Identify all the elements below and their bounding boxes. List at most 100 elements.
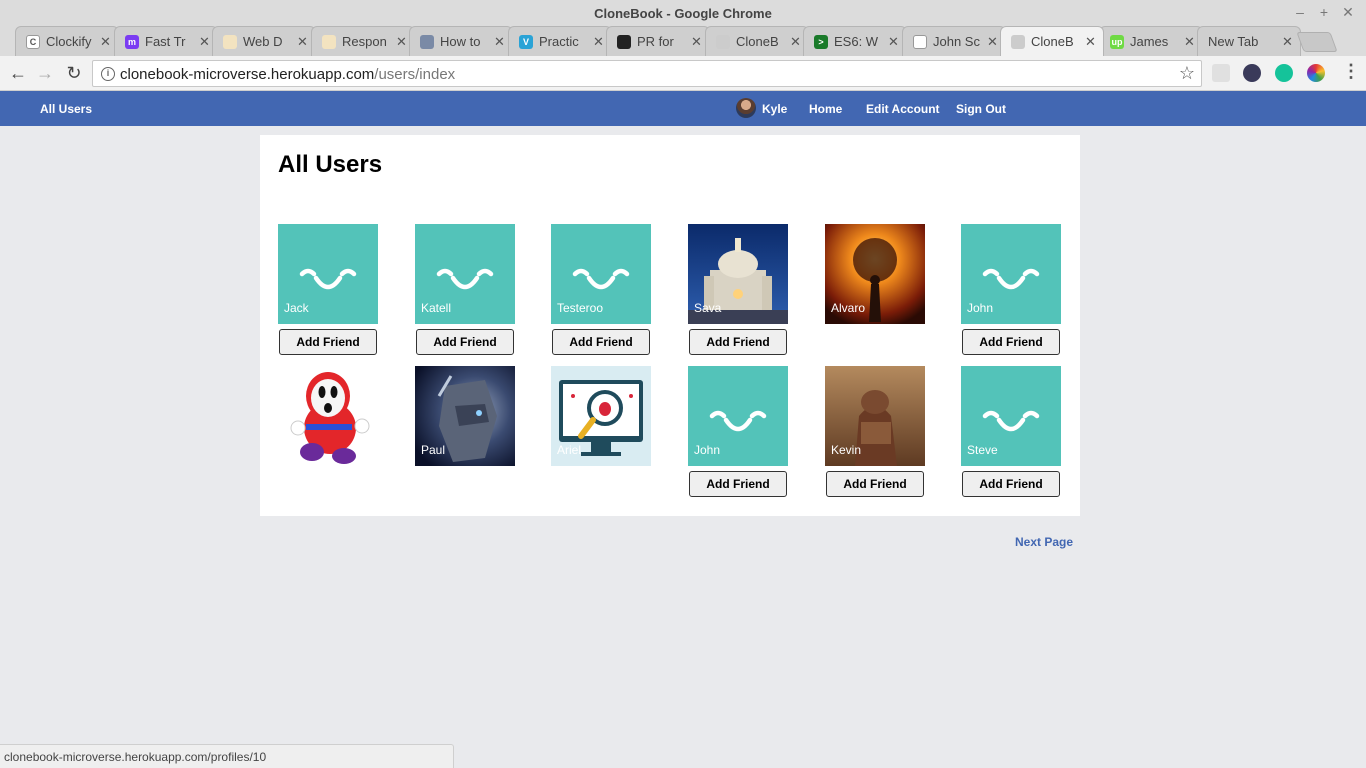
browser-tab[interactable]: CloneB ✕ [705,26,809,56]
browser-tab[interactable]: CloneB ✕ [1000,26,1104,56]
tab-close-icon[interactable]: ✕ [691,34,703,50]
clockify-icon: C [26,34,40,49]
browser-tab[interactable]: Web D ✕ [212,26,316,56]
close-window-icon[interactable]: ✕ [1340,4,1356,21]
url-host: clonebook-microverse.herokuapp.com [120,66,375,83]
add-friend-button[interactable]: Add Friend [279,329,377,355]
user-avatar[interactable]: Jack [278,224,378,324]
user-avatar[interactable]: Ariel [551,366,651,466]
avatar[interactable] [736,98,756,118]
add-friend-button[interactable]: Add Friend [962,329,1060,355]
browser-tab[interactable]: > ES6: W ✕ [803,26,907,56]
browser-tab[interactable]: m Fast Tr ✕ [114,26,218,56]
browser-tab[interactable]: V Practic ✕ [508,26,612,56]
browser-tab[interactable]: PR for ✕ [606,26,710,56]
tab-title: Practic [539,34,579,49]
user-avatar[interactable]: Kevin [825,366,925,466]
tab-title: John Sc [933,34,980,49]
extension-icon[interactable] [1212,64,1230,82]
user-avatar[interactable]: Sava [688,224,788,324]
color-picker-icon[interactable] [1307,64,1325,82]
browser-tab[interactable]: How to ✕ [409,26,513,56]
browser-tab[interactable]: C Clockify ✕ [15,26,119,56]
hat-icon [223,34,237,49]
tab-title: ES6: W [834,34,879,49]
page-viewport: All Users Kyle Home Edit Account Sign Ou… [0,91,1366,768]
v-icon: V [519,34,533,49]
user-name[interactable]: Jack [284,301,309,315]
nav-all-users[interactable]: All Users [40,102,92,116]
user-name[interactable]: Alvaro [831,301,865,315]
user-name[interactable]: Steve [967,443,998,457]
user-name[interactable]: John [694,443,720,457]
hat-icon [322,34,336,49]
tab-title: Fast Tr [145,34,186,49]
user-avatar[interactable]: Testeroo [551,224,651,324]
user-avatar[interactable]: Paul [415,366,515,466]
status-bar: clonebook-microverse.herokuapp.com/profi… [0,744,454,768]
add-friend-button[interactable]: Add Friend [689,329,787,355]
user-avatar[interactable]: Steve [961,366,1061,466]
nav-home[interactable]: Home [809,102,842,116]
user-avatar[interactable]: John [688,366,788,466]
chrome-menu-icon[interactable]: ⋮ [1342,61,1360,82]
next-page-link[interactable]: Next Page [1015,535,1073,549]
forward-arrow-icon[interactable]: → [33,61,57,85]
user-name[interactable]: Testeroo [557,301,603,315]
user-avatar[interactable]: Alvaro [825,224,925,324]
info-icon[interactable]: i [101,67,115,81]
tab-title: New Tab [1208,34,1259,49]
browser-tab[interactable]: New Tab ✕ [1197,26,1301,56]
user-name[interactable]: Paul [421,443,445,457]
browser-tab[interactable]: John Sc ✕ [902,26,1006,56]
tab-title: Web D [243,34,283,49]
tab-close-icon[interactable]: ✕ [494,34,506,50]
add-friend-button[interactable]: Add Friend [552,329,650,355]
user-avatar[interactable] [278,366,378,466]
add-friend-button[interactable]: Add Friend [416,329,514,355]
person-icon [1011,34,1025,49]
tab-close-icon[interactable]: ✕ [790,34,802,50]
address-bar[interactable]: i clonebook-microverse.herokuapp.com/use… [92,60,1202,87]
grammarly-icon[interactable] [1275,64,1293,82]
add-friend-button[interactable]: Add Friend [962,471,1060,497]
site-navbar: All Users Kyle Home Edit Account Sign Ou… [0,91,1366,126]
terminal-icon: > [814,34,828,49]
tab-close-icon[interactable]: ✕ [297,34,309,50]
user-name[interactable]: Katell [421,301,451,315]
add-friend-button[interactable]: Add Friend [689,471,787,497]
tab-close-icon[interactable]: ✕ [199,34,211,50]
m-icon: m [125,34,139,49]
user-avatar[interactable]: John [961,224,1061,324]
maximize-icon[interactable]: + [1316,4,1332,20]
bookmark-star-icon[interactable]: ☆ [1179,63,1195,84]
tab-close-icon[interactable]: ✕ [1184,34,1196,50]
user-name[interactable]: Sava [694,301,721,315]
tab-close-icon[interactable]: ✕ [1282,34,1294,50]
window-titlebar: CloneBook - Google Chrome – + ✕ [0,0,1366,26]
upwork-icon: up [1110,34,1124,49]
user-name[interactable]: Ariel [557,443,581,457]
browser-tab[interactable]: Respon ✕ [311,26,415,56]
user-name[interactable]: Kevin [831,443,861,457]
user-avatar[interactable]: Katell [415,224,515,324]
tab-close-icon[interactable]: ✕ [593,34,605,50]
user-name[interactable]: John [967,301,993,315]
nav-user-name[interactable]: Kyle [762,102,787,116]
nav-sign-out[interactable]: Sign Out [956,102,1006,116]
mask-extension-icon[interactable] [1243,64,1261,82]
back-arrow-icon[interactable]: ← [6,61,30,85]
minimize-icon[interactable]: – [1292,4,1308,20]
tab-close-icon[interactable]: ✕ [987,34,999,50]
url-text[interactable]: clonebook-microverse.herokuapp.com/users… [120,66,455,83]
tab-close-icon[interactable]: ✕ [1085,34,1097,50]
tab-close-icon[interactable]: ✕ [888,34,900,50]
add-friend-button[interactable]: Add Friend [826,471,924,497]
browser-tab[interactable]: up James ✕ [1099,26,1203,56]
nav-edit-account[interactable]: Edit Account [866,102,940,116]
tab-close-icon[interactable]: ✕ [396,34,408,50]
tab-close-icon[interactable]: ✕ [100,34,112,50]
reload-icon[interactable]: ↻ [62,61,86,85]
new-tab-button[interactable] [1296,32,1338,52]
tab-title: James [1130,34,1169,49]
